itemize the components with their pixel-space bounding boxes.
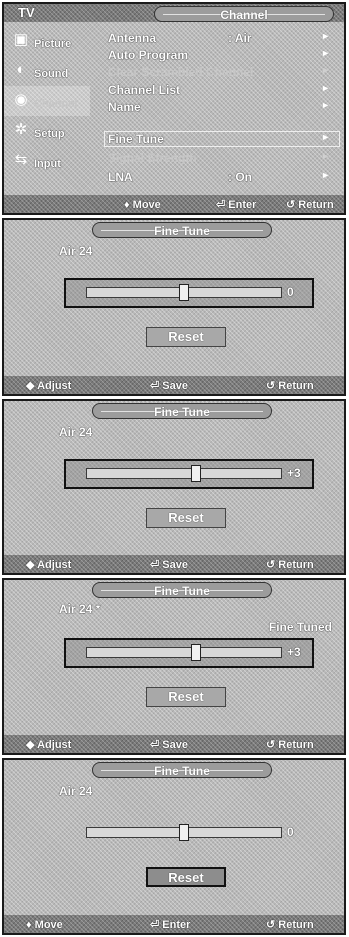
tv-label: TV xyxy=(18,5,35,20)
setup-icon: ✲ xyxy=(14,121,28,138)
channel-menu-screen: TV Channel ▣ Picture ◐ Sound ◉ Channel ✲… xyxy=(2,2,346,215)
footer-adjust: ◆ Adjust xyxy=(26,380,72,392)
footer-save: ⏎ Save xyxy=(150,559,188,571)
arrow-right-icon: ► xyxy=(321,100,330,110)
sidebar-item-label: Sound xyxy=(34,68,69,80)
fine-tune-slider[interactable] xyxy=(86,647,282,658)
picture-icon: ▣ xyxy=(13,31,29,48)
sidebar-item-picture[interactable]: ▣ Picture xyxy=(4,26,90,56)
fine-tune-title: Fine Tune xyxy=(92,582,272,598)
reset-button[interactable]: Reset xyxy=(146,508,226,528)
fine-tune-title-text: Fine Tune xyxy=(154,764,210,778)
fine-tune-screen: Fine Tune Air 24 0 Reset ◆ Adjust ⏎ Save… xyxy=(2,218,346,396)
footer-adjust: ◆ Adjust xyxy=(26,559,72,571)
fine-tune-slider[interactable] xyxy=(86,468,282,479)
fine-tune-title-text: Fine Tune xyxy=(154,405,210,419)
menu-item-lna[interactable]: LNA : On ► xyxy=(108,170,330,185)
sidebar-item-input[interactable]: ⇆ Input xyxy=(4,146,90,176)
footer-save: ⏎ Save xyxy=(150,380,188,392)
fine-tuned-status: Fine Tuned xyxy=(268,620,332,634)
arrow-right-icon: ► xyxy=(321,83,330,93)
slider-thumb[interactable] xyxy=(190,465,201,482)
footer-return: ↺ Return xyxy=(266,559,314,571)
fine-tune-title: Fine Tune xyxy=(92,403,272,419)
footer-save: ⏎ Save xyxy=(150,739,188,751)
menu-title: Channel xyxy=(154,6,334,22)
slider-value: +3 xyxy=(287,466,301,480)
fine-tune-title-text: Fine Tune xyxy=(154,584,210,598)
channel-label: Air 24 xyxy=(59,425,93,439)
footer-move: ♦ Move xyxy=(124,199,161,211)
sidebar-item-sound[interactable]: ◐ Sound xyxy=(4,56,90,86)
reset-button[interactable]: Reset xyxy=(146,327,226,347)
fine-tune-screen: Fine Tune Air 24 * Fine Tuned +3 Reset ◆… xyxy=(2,578,346,755)
sidebar-item-label: Picture xyxy=(34,38,72,50)
menu-item-label: Channel List xyxy=(108,83,181,97)
channel-label: Air 24 * xyxy=(59,602,101,616)
menu-item-signal-strength: Signal Strength ► xyxy=(108,151,330,166)
sidebar-item-channel[interactable]: ◉ Channel xyxy=(4,86,90,116)
menu-item-label: Name xyxy=(108,100,141,114)
sidebar: ▣ Picture ◐ Sound ◉ Channel ✲ Setup ⇆ In… xyxy=(4,22,90,195)
arrow-right-icon: ► xyxy=(321,170,330,180)
fine-tune-title: Fine Tune xyxy=(92,762,272,778)
footer-return: ↺ Return xyxy=(286,199,334,211)
arrow-right-icon: ► xyxy=(321,31,330,41)
footer-return: ↺ Return xyxy=(266,739,314,751)
menu-item-auto-program[interactable]: Auto Program ► xyxy=(108,48,330,63)
slider-value: 0 xyxy=(287,285,294,299)
sidebar-item-setup[interactable]: ✲ Setup xyxy=(4,116,90,146)
slider-value: 0 xyxy=(287,825,294,839)
slider-thumb[interactable] xyxy=(179,284,189,301)
sidebar-item-label: Input xyxy=(34,158,61,170)
fine-tune-title-text: Fine Tune xyxy=(154,224,210,238)
input-icon: ⇆ xyxy=(14,151,28,168)
menu-item-antenna[interactable]: Antenna : Air ► xyxy=(108,31,330,46)
sound-icon: ◐ xyxy=(16,60,26,78)
arrow-right-icon: ► xyxy=(321,48,330,58)
arrow-right-icon: ► xyxy=(321,132,330,142)
footer-enter: ⏎ Enter xyxy=(216,199,257,211)
footer-save: ⏎ Enter xyxy=(150,919,191,931)
menu-item-label: Antenna xyxy=(108,31,156,45)
slider-thumb[interactable] xyxy=(190,644,201,661)
menu-item-channel-list[interactable]: Channel List ► xyxy=(108,83,330,98)
menu-item-clear-scrambled: Clear Scrambled Channel ► xyxy=(108,65,330,80)
fine-tune-screen: Fine Tune Air 24 0 Reset ♦ Move ⏎ Enter … xyxy=(2,758,346,935)
sidebar-item-label: Setup xyxy=(34,128,65,140)
menu-item-label: Fine Tune xyxy=(108,132,164,146)
slider-thumb[interactable] xyxy=(179,824,189,841)
arrow-right-icon: ► xyxy=(321,151,330,161)
menu-item-value: : On xyxy=(228,170,252,184)
menu-item-name[interactable]: Name ► xyxy=(108,100,330,115)
reset-button[interactable]: Reset xyxy=(146,867,226,887)
menu-item-fine-tune[interactable]: Fine Tune ► xyxy=(108,132,330,147)
channel-label: Air 24 xyxy=(59,784,93,798)
fine-tune-screen: Fine Tune Air 24 +3 Reset ◆ Adjust ⏎ Sav… xyxy=(2,399,346,575)
footer-adjust: ◆ Adjust xyxy=(26,739,72,751)
footer-return: ↺ Return xyxy=(266,380,314,392)
sidebar-item-label: Channel xyxy=(34,98,78,110)
menu-item-label: Signal Strength xyxy=(108,151,197,165)
menu-title-text: Channel xyxy=(220,8,268,22)
footer-adjust: ♦ Move xyxy=(26,919,63,931)
footer-return: ↺ Return xyxy=(266,919,314,931)
menu-item-value: : Air xyxy=(228,31,252,45)
menu-item-label: Clear Scrambled Channel xyxy=(108,65,254,79)
fine-tune-title: Fine Tune xyxy=(92,222,272,238)
menu-item-label: Auto Program xyxy=(108,48,189,62)
channel-icon: ◉ xyxy=(14,91,28,108)
menu-item-label: LNA xyxy=(108,170,133,184)
channel-label: Air 24 xyxy=(59,244,93,258)
reset-button[interactable]: Reset xyxy=(146,687,226,707)
slider-value: +3 xyxy=(287,645,301,659)
arrow-right-icon: ► xyxy=(321,65,330,75)
